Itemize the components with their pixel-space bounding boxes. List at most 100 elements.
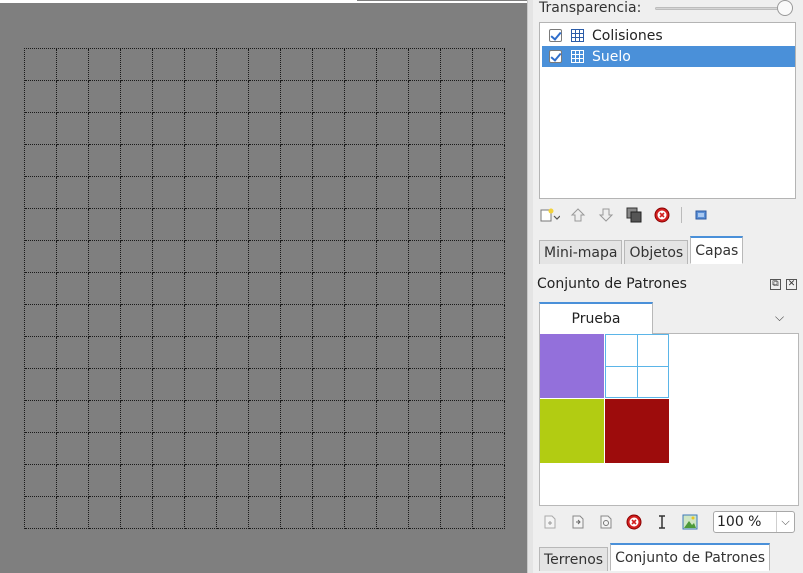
map-cell[interactable] [473,209,505,241]
map-cell[interactable] [57,113,89,145]
map-cell[interactable] [217,177,249,209]
map-cell[interactable] [249,497,281,529]
map-cell[interactable] [89,497,121,529]
map-cell[interactable] [473,401,505,433]
map-cell[interactable] [281,337,313,369]
map-cell[interactable] [281,209,313,241]
map-cell[interactable] [281,433,313,465]
map-cell[interactable] [249,305,281,337]
map-cell[interactable] [57,305,89,337]
new-layer-icon[interactable] [539,204,561,226]
map-cell[interactable] [185,369,217,401]
map-cell[interactable] [217,401,249,433]
map-cell[interactable] [473,49,505,81]
map-cell[interactable] [25,81,57,113]
map-cell[interactable] [409,177,441,209]
map-cell[interactable] [377,433,409,465]
map-cell[interactable] [377,369,409,401]
import-tileset-icon[interactable] [567,511,589,533]
map-cell[interactable] [441,113,473,145]
map-cell[interactable] [409,337,441,369]
map-cell[interactable] [377,81,409,113]
map-cell[interactable] [313,49,345,81]
map-cell[interactable] [441,433,473,465]
map-cell[interactable] [249,209,281,241]
map-cell[interactable] [249,401,281,433]
map-cell[interactable] [57,273,89,305]
tab-minimap[interactable]: Mini-mapa [539,240,623,264]
map-cell[interactable] [57,177,89,209]
map-cell[interactable] [57,465,89,497]
close-panel-icon[interactable]: ✕ [786,279,797,290]
map-cell[interactable] [249,273,281,305]
map-cell[interactable] [89,81,121,113]
map-cell[interactable] [57,49,89,81]
map-cell[interactable] [249,81,281,113]
tab-objects[interactable]: Objetos [624,240,689,264]
map-cell[interactable] [57,81,89,113]
map-cell[interactable] [249,369,281,401]
map-cell[interactable] [89,465,121,497]
map-cell[interactable] [153,401,185,433]
map-cell[interactable] [249,113,281,145]
map-cell[interactable] [313,369,345,401]
map-cell[interactable] [25,273,57,305]
tile-purple[interactable] [540,334,604,398]
raise-layer-icon[interactable] [567,204,589,226]
map-cell[interactable] [377,497,409,529]
map-cell[interactable] [185,497,217,529]
map-cell[interactable] [249,465,281,497]
map-cell[interactable] [25,49,57,81]
map-cell[interactable] [409,369,441,401]
map-cell[interactable] [249,177,281,209]
map-cell[interactable] [185,401,217,433]
map-cell[interactable] [345,113,377,145]
map-cell[interactable] [217,145,249,177]
map-cell[interactable] [89,177,121,209]
map-cell[interactable] [217,273,249,305]
tab-terrains[interactable]: Terrenos [539,547,609,571]
map-cell[interactable] [313,81,345,113]
map-cell[interactable] [473,81,505,113]
map-cell[interactable] [121,145,153,177]
map-cell[interactable] [89,273,121,305]
map-cell[interactable] [409,81,441,113]
map-cell[interactable] [313,113,345,145]
map-cell[interactable] [121,433,153,465]
map-cell[interactable] [345,81,377,113]
map-cell[interactable] [249,241,281,273]
map-cell[interactable] [185,273,217,305]
tab-layers[interactable]: Capas [690,236,744,264]
map-cell[interactable] [345,497,377,529]
map-cell[interactable] [185,209,217,241]
map-cell[interactable] [409,209,441,241]
map-cell[interactable] [153,209,185,241]
map-cell[interactable] [377,113,409,145]
map-cell[interactable] [121,49,153,81]
map-cell[interactable] [185,113,217,145]
map-cell[interactable] [281,113,313,145]
edit-tileset-icon[interactable] [595,511,617,533]
map-cell[interactable] [441,209,473,241]
map-cell[interactable] [153,369,185,401]
map-cell[interactable] [441,177,473,209]
map-cell[interactable] [313,209,345,241]
map-cell[interactable] [153,273,185,305]
map-cell[interactable] [153,305,185,337]
map-cell[interactable] [281,401,313,433]
map-cell[interactable] [281,49,313,81]
map-cell[interactable] [441,465,473,497]
layer-row-suelo[interactable]: Suelo [542,46,795,67]
map-grid[interactable] [24,48,505,529]
map-cell[interactable] [473,369,505,401]
map-cell[interactable] [281,369,313,401]
map-cell[interactable] [377,209,409,241]
map-cell[interactable] [89,209,121,241]
duplicate-layer-icon[interactable] [623,204,645,226]
map-cell[interactable] [281,241,313,273]
map-cell[interactable] [25,305,57,337]
map-cell[interactable] [345,433,377,465]
map-cell[interactable] [121,81,153,113]
tab-tilesets[interactable]: Conjunto de Patrones [610,543,771,571]
map-cell[interactable] [121,369,153,401]
